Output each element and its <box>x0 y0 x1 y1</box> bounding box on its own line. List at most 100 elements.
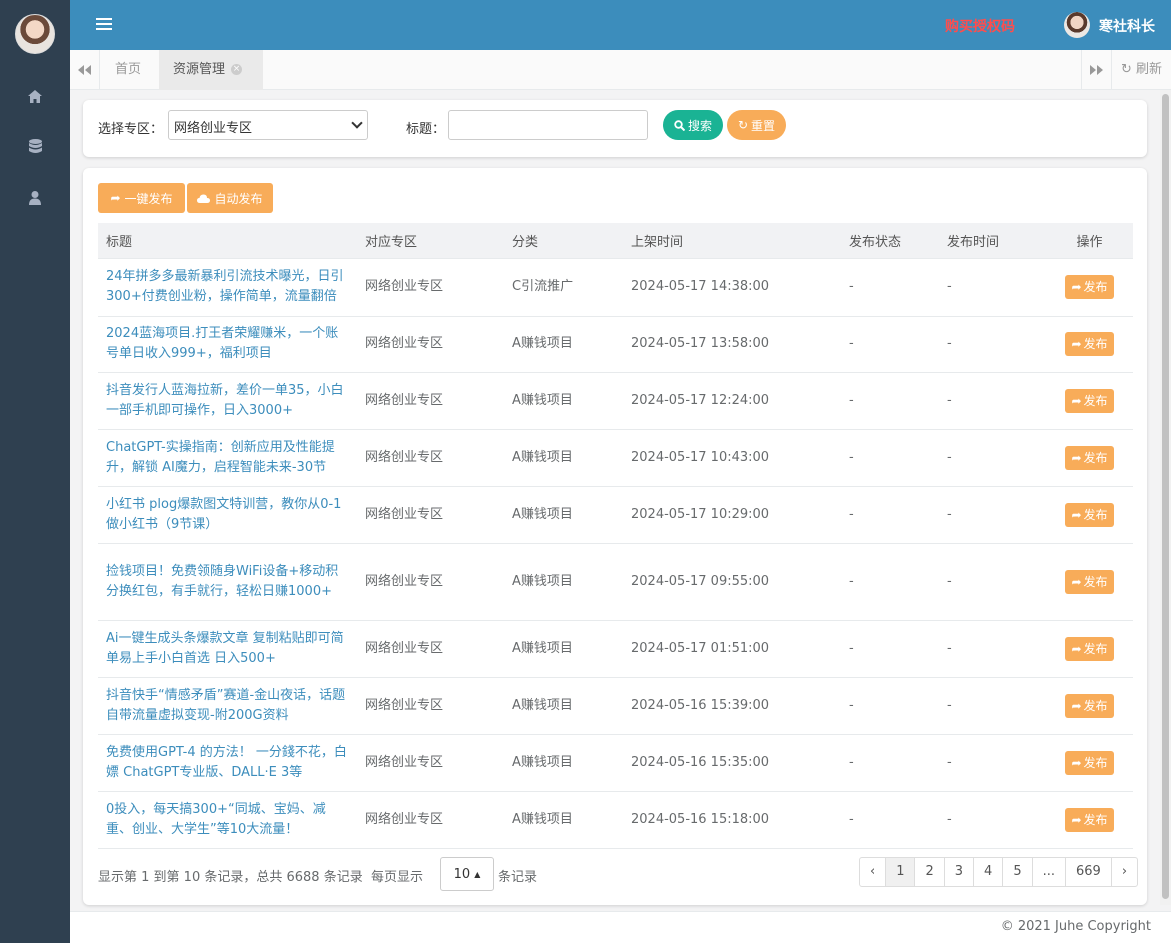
cell-publish-time: - <box>939 791 1046 849</box>
tab-scroll-left-button[interactable] <box>70 50 100 90</box>
column-header-listed-time[interactable]: 上架时间 <box>623 223 841 259</box>
table-row: 0投入，每天搞300+“同城、宝妈、减重、创业、大学生”等10大流量！ 网络创业专… <box>98 791 1133 849</box>
cell-publish-time: - <box>939 620 1046 678</box>
resource-title-link[interactable]: 24年拼多多最新暴利引流技术曝光，日引300+付费创业粉，操作简单，流量翻倍 <box>106 267 350 307</box>
table-row: 免费使用GPT-4 的方法！ 一分錢不花，白嫖 ChatGPT专业版、DALL·… <box>98 734 1133 792</box>
share-icon: ➦ <box>1071 698 1082 713</box>
page-button-5[interactable]: 5 <box>1002 858 1031 886</box>
resource-title-link[interactable]: 抖音发行人蓝海拉新，差价一单35，小白一部手机即可操作，日入3000+ <box>106 381 350 421</box>
one-click-publish-button[interactable]: ➦ 一键发布 <box>98 183 185 213</box>
title-input[interactable] <box>448 110 648 140</box>
column-header-publish-status[interactable]: 发布状态 <box>841 223 939 259</box>
cell-title[interactable]: ChatGPT-实操指南：创新应用及性能提升，解锁 AI魔力，启程智能未来-30… <box>98 429 357 487</box>
cell-title[interactable]: 抖音快手“情感矛盾”赛道-金山夜话，话题自带流量虚拟变现-附200G资料 <box>98 677 357 735</box>
page-button-4[interactable]: 4 <box>973 858 1002 886</box>
zone-select[interactable]: 网络创业专区 <box>168 110 368 140</box>
cell-title[interactable]: 2024蓝海项目.打王者荣耀赚米，一个账号单日收入999+，福利项目 <box>98 316 357 373</box>
resource-title-link[interactable]: 抖音快手“情感矛盾”赛道-金山夜话，话题自带流量虚拟变现-附200G资料 <box>106 686 350 726</box>
prev-page-button[interactable]: ‹ <box>860 858 885 886</box>
publish-button-label: 发布 <box>1083 755 1108 770</box>
title-label: 标题： <box>406 122 446 137</box>
tab-label: 资源管理 <box>173 62 226 77</box>
search-button[interactable]: 搜索 <box>663 110 723 140</box>
column-header-publish-time[interactable]: 发布时间 <box>939 223 1046 259</box>
tab-resource-management[interactable]: 资源管理 × <box>159 50 263 90</box>
publish-button[interactable]: ➦ 发布 <box>1065 750 1114 775</box>
cell-title[interactable]: Ai一键生成头条爆款文章 复制粘贴即可简单易上手小白首选 日入500+ <box>98 620 357 678</box>
page-button-2[interactable]: 2 <box>914 858 943 886</box>
sidebar <box>0 0 70 943</box>
column-header-title[interactable]: 标题 <box>98 223 357 259</box>
tab-close-icon[interactable]: × <box>231 64 243 75</box>
table-row: 捡钱项目！免费领随身WiFi设备+移动积分换红包，有手就行，轻松日赚1000+ 网… <box>98 543 1133 621</box>
cell-title[interactable]: 免费使用GPT-4 的方法！ 一分錢不花，白嫖 ChatGPT专业版、DALL·… <box>98 734 357 792</box>
sidebar-item-home[interactable] <box>0 78 70 114</box>
publish-button[interactable]: ➦ 发布 <box>1065 332 1114 356</box>
table-row: 2024蓝海项目.打王者荣耀赚米，一个账号单日收入999+，福利项目 网络创业专区… <box>98 316 1133 373</box>
auto-publish-button[interactable]: 自动发布 <box>187 183 273 213</box>
resource-title-link[interactable]: 捡钱项目！免费领随身WiFi设备+移动积分换红包，有手就行，轻松日赚1000+ <box>106 562 350 602</box>
cell-zone: 网络创业专区 <box>357 791 504 849</box>
sidebar-item-database[interactable] <box>0 128 70 164</box>
cell-publish-status: - <box>841 372 939 430</box>
cell-action: ➦ 发布 <box>1046 791 1133 849</box>
cell-title[interactable]: 抖音发行人蓝海拉新，差价一单35，小白一部手机即可操作，日入3000+ <box>98 372 357 430</box>
cell-publish-status: - <box>841 677 939 735</box>
publish-button[interactable]: ➦ 发布 <box>1065 388 1114 413</box>
page-button-669[interactable]: 669 <box>1065 858 1111 886</box>
page-button-1[interactable]: 1 <box>885 858 915 886</box>
sidebar-item-user[interactable] <box>0 180 70 216</box>
pagination-ellipsis: ... <box>1031 858 1065 886</box>
cell-title[interactable]: 24年拼多多最新暴利引流技术曝光，日引300+付费创业粉，操作简单，流量翻倍 <box>98 258 357 317</box>
next-page-button[interactable]: › <box>1110 858 1137 886</box>
page-button-3[interactable]: 3 <box>943 858 973 886</box>
user-avatar[interactable] <box>1064 12 1090 38</box>
reset-button[interactable]: ↻ 重置 <box>727 110 786 140</box>
refresh-button[interactable]: ↻ 刷新 <box>1111 50 1171 90</box>
sidebar-avatar[interactable] <box>15 14 55 54</box>
column-header-category[interactable]: 分类 <box>504 223 623 259</box>
resource-title-link[interactable]: 免费使用GPT-4 的方法！ 一分錢不花，白嫖 ChatGPT专业版、DALL·… <box>106 743 350 783</box>
cell-category: A赚钱项目 <box>504 791 623 849</box>
zone-select-value: 网络创业专区 <box>174 121 253 136</box>
publish-button[interactable]: ➦ 发布 <box>1065 693 1114 718</box>
buy-license-link[interactable]: 购买授权码 <box>945 16 1015 36</box>
publish-button-label: 发布 <box>1083 507 1108 522</box>
publish-button[interactable]: ➦ 发布 <box>1065 636 1114 661</box>
publish-button[interactable]: ➦ 发布 <box>1065 807 1114 832</box>
hamburger-icon[interactable] <box>94 15 114 35</box>
resource-title-link[interactable]: 2024蓝海项目.打王者荣耀赚米，一个账号单日收入999+，福利项目 <box>106 324 350 364</box>
column-header-zone[interactable]: 对应专区 <box>357 223 504 259</box>
table-row: 24年拼多多最新暴利引流技术曝光，日引300+付费创业粉，操作简单，流量翻倍 网络… <box>98 258 1133 317</box>
double-left-arrow-icon <box>78 65 91 75</box>
tab-scroll-right-button[interactable] <box>1081 50 1111 90</box>
cell-zone: 网络创业专区 <box>357 677 504 735</box>
cell-action: ➦ 发布 <box>1046 486 1133 544</box>
resource-title-link[interactable]: 小红书 plog爆款图文特训营，教你从0-1做小红书（9节课） <box>106 495 350 535</box>
cell-title[interactable]: 捡钱项目！免费领随身WiFi设备+移动积分换红包，有手就行，轻松日赚1000+ <box>98 543 357 621</box>
resource-title-link[interactable]: Ai一键生成头条爆款文章 复制粘贴即可简单易上手小白首选 日入500+ <box>106 629 350 669</box>
cell-title[interactable]: 0投入，每天搞300+“同城、宝妈、减重、创业、大学生”等10大流量！ <box>98 791 357 849</box>
scrollbar[interactable] <box>1160 90 1171 905</box>
publish-button-label: 发布 <box>1083 337 1108 351</box>
publish-button[interactable]: ➦ 发布 <box>1065 502 1114 527</box>
tab-home[interactable]: 首页 <box>101 50 155 90</box>
publish-button[interactable]: ➦ 发布 <box>1065 445 1114 470</box>
cell-title[interactable]: 小红书 plog爆款图文特训营，教你从0-1做小红书（9节课） <box>98 486 357 544</box>
cell-category: A赚钱项目 <box>504 316 623 373</box>
scrollbar-thumb[interactable] <box>1162 94 1169 899</box>
share-icon: ➦ <box>1071 574 1082 589</box>
page-size-select[interactable]: 10 ▲ <box>440 857 494 891</box>
cell-action: ➦ 发布 <box>1046 734 1133 792</box>
table-header-row: 标题 对应专区 分类 上架时间 发布状态 发布时间 操作 <box>98 223 1133 259</box>
pagination: ‹ 1 2 3 4 5... 669 › <box>859 857 1139 887</box>
publish-button[interactable]: ➦ 发布 <box>1065 275 1114 299</box>
resource-title-link[interactable]: ChatGPT-实操指南：创新应用及性能提升，解锁 AI魔力，启程智能未来-30… <box>106 438 350 478</box>
cell-action: ➦ 发布 <box>1046 372 1133 430</box>
cell-publish-status: - <box>841 620 939 678</box>
publish-button[interactable]: ➦ 发布 <box>1065 569 1114 594</box>
resource-title-link[interactable]: 0投入，每天搞300+“同城、宝妈、减重、创业、大学生”等10大流量！ <box>106 800 350 840</box>
cell-zone: 网络创业专区 <box>357 316 504 373</box>
user-name[interactable]: 寒社科长 <box>1099 16 1155 36</box>
cell-listed-time: 2024-05-17 10:29:00 <box>623 486 841 544</box>
